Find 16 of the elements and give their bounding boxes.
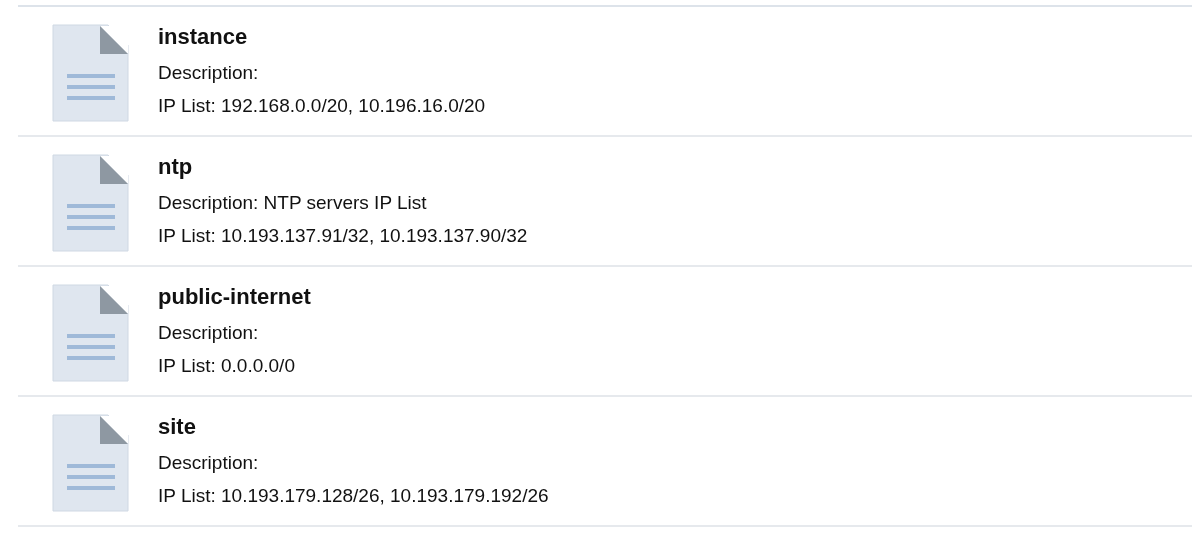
document-icon	[52, 24, 129, 122]
ip-list: IP List: 10.193.137.91/32, 10.193.137.90/32	[158, 219, 528, 252]
ip-list: IP List: 0.0.0.0/0	[158, 349, 311, 382]
item-description: Description: NTP servers IP List	[158, 191, 428, 215]
ip-list: IP List: 192.168.0.0/20, 10.196.16.0/20	[158, 89, 486, 122]
item-title: public-internet	[158, 283, 311, 311]
item-title: site	[158, 413, 197, 441]
item-title: ntp	[158, 153, 194, 181]
item-description: Description:	[158, 61, 260, 85]
document-icon	[52, 284, 129, 382]
document-icon	[52, 154, 129, 252]
ip-list: IP List: 10.193.179.128/26, 10.193.179.192/26	[158, 479, 549, 512]
item-title: instance	[158, 23, 249, 51]
item-description: Description:	[158, 321, 260, 345]
item-description: Description:	[158, 451, 260, 475]
document-icon	[52, 414, 129, 512]
